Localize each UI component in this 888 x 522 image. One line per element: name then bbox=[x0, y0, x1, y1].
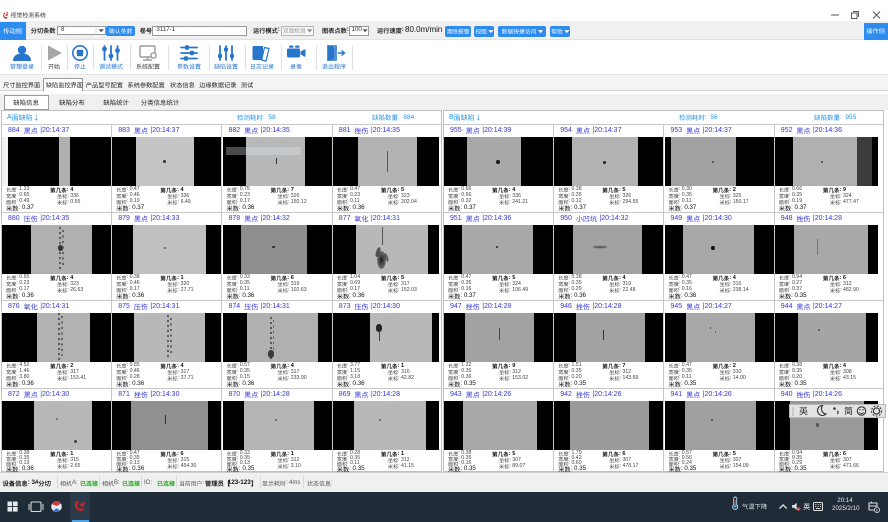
svg-text:×: × bbox=[797, 508, 799, 512]
